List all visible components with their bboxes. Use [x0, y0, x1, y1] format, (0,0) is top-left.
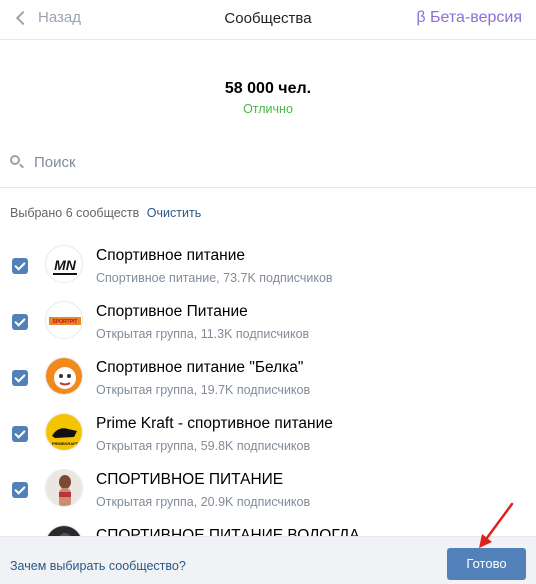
community-description: Открытая группа, 20.9K подписчиков	[96, 495, 311, 509]
community-description: Открытая группа, 19.7K подписчиков	[96, 383, 311, 397]
community-name: Спортивное Питание	[96, 303, 248, 320]
community-item[interactable]: СПОРТИВНОЕ ПИТАНИЕ Открытая группа, 20.9…	[0, 462, 536, 518]
selection-summary: Выбрано 6 сообществ Очистить	[10, 206, 201, 220]
selection-count: Выбрано 6 сообществ	[10, 206, 140, 220]
community-checkbox[interactable]	[12, 370, 28, 386]
community-avatar: PRIMEKRAFT	[45, 413, 83, 451]
avatar-logo-text: SPORTPIT	[52, 319, 77, 325]
avatar-logo-text: PRIMEKRAFT	[52, 441, 79, 446]
audience-quality: Отлично	[243, 102, 293, 116]
annotation-arrow-icon	[479, 502, 514, 548]
community-description: Открытая группа, 11.3K подписчиков	[96, 327, 310, 341]
avatar-logo-text: MN	[54, 257, 77, 273]
community-item[interactable]: SPORTPIT Спортивное Питание Открытая гру…	[0, 294, 536, 350]
community-name: Спортивное питание "Белка"	[96, 359, 304, 376]
bottom-bar: Зачем выбирать сообщество? Готово	[0, 536, 536, 584]
community-checkbox[interactable]	[12, 314, 28, 330]
community-name: СПОРТИВНОЕ ПИТАНИЕ	[96, 471, 284, 488]
beta-version-link[interactable]: β Бета-версия	[416, 9, 522, 27]
community-checkbox[interactable]	[12, 426, 28, 442]
community-checkbox[interactable]	[12, 482, 28, 498]
community-avatar: MN	[45, 245, 83, 283]
community-item[interactable]: PRIMEKRAFT Prime Kraft - спортивное пита…	[0, 406, 536, 462]
community-avatar	[45, 357, 83, 395]
why-choose-community-link[interactable]: Зачем выбирать сообщество?	[10, 559, 186, 573]
audience-count: 58 000 чел.	[224, 80, 312, 97]
clear-selection-link[interactable]: Очистить	[147, 206, 201, 220]
audience-summary: 58 000 чел. Отлично	[0, 80, 536, 116]
done-button[interactable]: Готово	[447, 548, 526, 580]
search-bar[interactable]: Поиск	[0, 140, 536, 188]
community-checkbox[interactable]	[12, 258, 28, 274]
community-description: Спортивное питание, 73.7K подписчиков	[96, 271, 333, 285]
search-icon	[10, 155, 24, 169]
community-item[interactable]: Спортивное питание "Белка" Открытая груп…	[0, 350, 536, 406]
community-description: Открытая группа, 59.8K подписчиков	[96, 439, 311, 453]
top-bar: Назад Сообщества β Бета-версия	[0, 0, 536, 40]
community-avatar: SPORTPIT	[45, 301, 83, 339]
community-list: MN Спортивное питание Спортивное питание…	[0, 238, 536, 574]
community-item[interactable]: MN Спортивное питание Спортивное питание…	[0, 238, 536, 294]
community-avatar	[45, 469, 83, 507]
search-input[interactable]: Поиск	[34, 154, 76, 171]
community-name: Prime Kraft - спортивное питание	[96, 415, 333, 432]
community-name: Спортивное питание	[96, 247, 246, 264]
